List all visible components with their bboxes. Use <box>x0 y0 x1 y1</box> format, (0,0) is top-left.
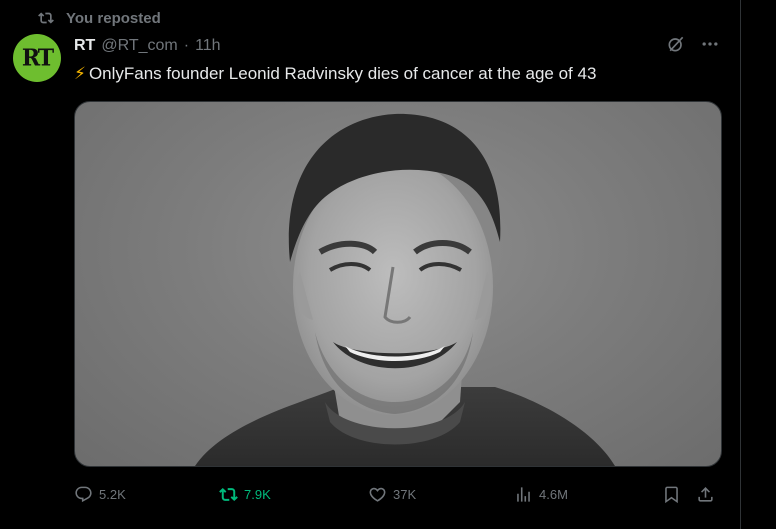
tweet-text: ⚡ OnlyFans founder Leonid Radvinsky dies … <box>74 62 596 86</box>
tweet-photo[interactable] <box>74 101 722 467</box>
display-name[interactable]: RT <box>74 37 95 55</box>
like-button[interactable]: 37K <box>368 480 416 508</box>
reply-button[interactable]: 5.2K <box>74 480 126 508</box>
repost-icon <box>219 487 238 501</box>
repost-banner: You reposted <box>38 8 161 28</box>
tweet-actions: 5.2K 7.9K 37K 4.6M <box>74 480 720 508</box>
views-icon <box>517 486 530 502</box>
header-actions <box>666 34 720 54</box>
repost-icon <box>38 12 54 24</box>
more-icon[interactable] <box>700 34 720 54</box>
tweet-post[interactable]: You reposted RT RT @RT_com · 11h ⚡ OnlyFa… <box>0 0 741 529</box>
portrait-photo <box>195 113 615 466</box>
repost-button[interactable]: 7.9K <box>219 480 271 508</box>
repost-count: 7.9K <box>244 486 271 502</box>
views-button[interactable]: 4.6M <box>514 480 568 508</box>
separator-dot: · <box>183 37 190 54</box>
bookmark-button[interactable] <box>662 480 681 508</box>
avatar[interactable]: RT <box>13 34 61 82</box>
timestamp[interactable]: 11h <box>195 37 221 55</box>
repost-banner-text[interactable]: You reposted <box>66 10 161 27</box>
tweet-header: RT @RT_com · 11h <box>74 35 221 57</box>
user-handle[interactable]: @RT_com <box>101 37 177 55</box>
share-button[interactable] <box>696 480 715 508</box>
like-count: 37K <box>393 486 417 502</box>
lightning-emoji: ⚡ <box>74 64 86 83</box>
grok-icon[interactable] <box>666 34 686 54</box>
avatar-logo-text: RT <box>21 44 54 72</box>
reply-count: 5.2K <box>99 486 126 502</box>
tweet-body: OnlyFans founder Leonid Radvinsky dies o… <box>88 64 597 83</box>
bookmark-icon <box>665 486 678 503</box>
heart-icon <box>369 487 386 502</box>
share-icon <box>698 486 713 502</box>
view-count: 4.6M <box>539 486 568 502</box>
reply-icon <box>75 486 92 502</box>
